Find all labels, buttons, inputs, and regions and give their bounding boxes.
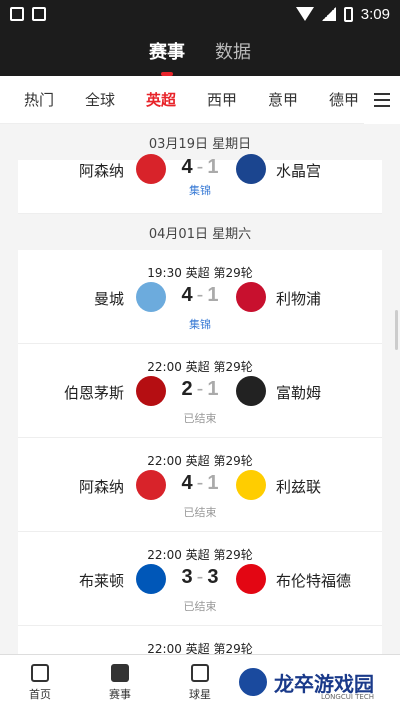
- nav-stars[interactable]: 球星: [160, 655, 240, 711]
- match-status: 已结束: [183, 506, 217, 519]
- wifi-icon: [295, 7, 314, 21]
- image-icon: [32, 7, 46, 21]
- match-status: 已结束: [183, 600, 217, 613]
- nav-matches[interactable]: 赛事: [80, 655, 160, 711]
- player-icon: [191, 664, 209, 682]
- home-icon: [31, 664, 49, 682]
- tab-data[interactable]: 数据: [215, 38, 251, 64]
- menu-icon[interactable]: [364, 76, 400, 124]
- away-crest-icon: [236, 154, 266, 184]
- away-crest-icon: [236, 376, 266, 406]
- match-list: 03月19日 星期日 阿森纳 4-1 水晶宫 集锦 04月01日 星期六 19:…: [0, 124, 400, 654]
- top-tabs: 赛事 数据: [0, 28, 400, 76]
- status-bar: 3:09: [0, 0, 400, 28]
- away-team: 富勒姆: [276, 384, 322, 402]
- tab-matches[interactable]: 赛事: [149, 38, 185, 76]
- match-card[interactable]: 19:30 英超 第29轮 曼城 4-1 利物浦 集锦: [18, 250, 382, 344]
- match-card[interactable]: 22:00 英超 第29轮 伯恩茅斯 2-1 富勒姆 已结束: [18, 344, 382, 438]
- away-team: 布伦特福德: [276, 572, 352, 590]
- nav-stars-label: 球星: [189, 688, 211, 701]
- match-card[interactable]: 22:00 英超 第29轮 阿森纳 4-1 利兹联 已结束: [18, 438, 382, 532]
- match-card[interactable]: 阿森纳 4-1 水晶宫 集锦: [18, 154, 382, 214]
- watermark-logo-icon: [236, 665, 270, 699]
- away-team: 水晶宫: [276, 162, 322, 180]
- score: 4-1: [181, 284, 219, 306]
- nav-home-label: 首页: [29, 688, 51, 701]
- league-tab-premier[interactable]: 英超: [146, 89, 207, 110]
- score: 2-1: [181, 378, 219, 400]
- signal-icon: [321, 7, 336, 21]
- date-header: 04月01日 星期六: [0, 214, 400, 250]
- league-tab-seriea[interactable]: 意甲: [268, 89, 329, 110]
- match-card[interactable]: 22:00 英超 第29轮: [18, 626, 382, 654]
- away-crest-icon: [236, 282, 266, 312]
- status-time: 3:09: [360, 5, 390, 23]
- match-meta: 22:00 英超 第29轮: [147, 642, 253, 654]
- match-meta: 22:00 英超 第29轮: [147, 548, 253, 562]
- watermark: 龙卒游戏园 LONGCUI TECH: [236, 665, 374, 701]
- date-header: 03月19日 星期日: [0, 124, 400, 160]
- highlights-link[interactable]: 集锦: [18, 316, 382, 332]
- score: 4-1: [181, 472, 219, 494]
- away-team: 利物浦: [276, 290, 322, 308]
- match-card[interactable]: 22:00 英超 第29轮 布莱顿 3-3 布伦特福德 已结束: [18, 532, 382, 626]
- league-tab-global[interactable]: 全球: [85, 89, 146, 110]
- scrollbar[interactable]: [395, 310, 398, 350]
- battery-icon: [343, 6, 353, 22]
- score: 4-1: [181, 156, 219, 178]
- away-crest-icon: [236, 564, 266, 594]
- tv-icon: [111, 664, 129, 682]
- away-crest-icon: [236, 470, 266, 500]
- app-icon: [10, 7, 24, 21]
- match-meta: 22:00 英超 第29轮: [147, 454, 253, 468]
- nav-home[interactable]: 首页: [0, 655, 80, 711]
- match-meta: 19:30 英超 第29轮: [147, 266, 253, 280]
- league-tab-laliga[interactable]: 西甲: [207, 89, 268, 110]
- away-team: 利兹联: [276, 478, 322, 496]
- league-tab-hot[interactable]: 热门: [24, 89, 85, 110]
- match-status: 已结束: [183, 412, 217, 425]
- watermark-subtitle: LONGCUI TECH: [321, 693, 374, 701]
- match-meta: 22:00 英超 第29轮: [147, 360, 253, 374]
- nav-matches-label: 赛事: [109, 688, 131, 701]
- league-tabs: 热门 全球 英超 西甲 意甲 德甲: [0, 76, 400, 124]
- highlights-link[interactable]: 集锦: [18, 182, 382, 198]
